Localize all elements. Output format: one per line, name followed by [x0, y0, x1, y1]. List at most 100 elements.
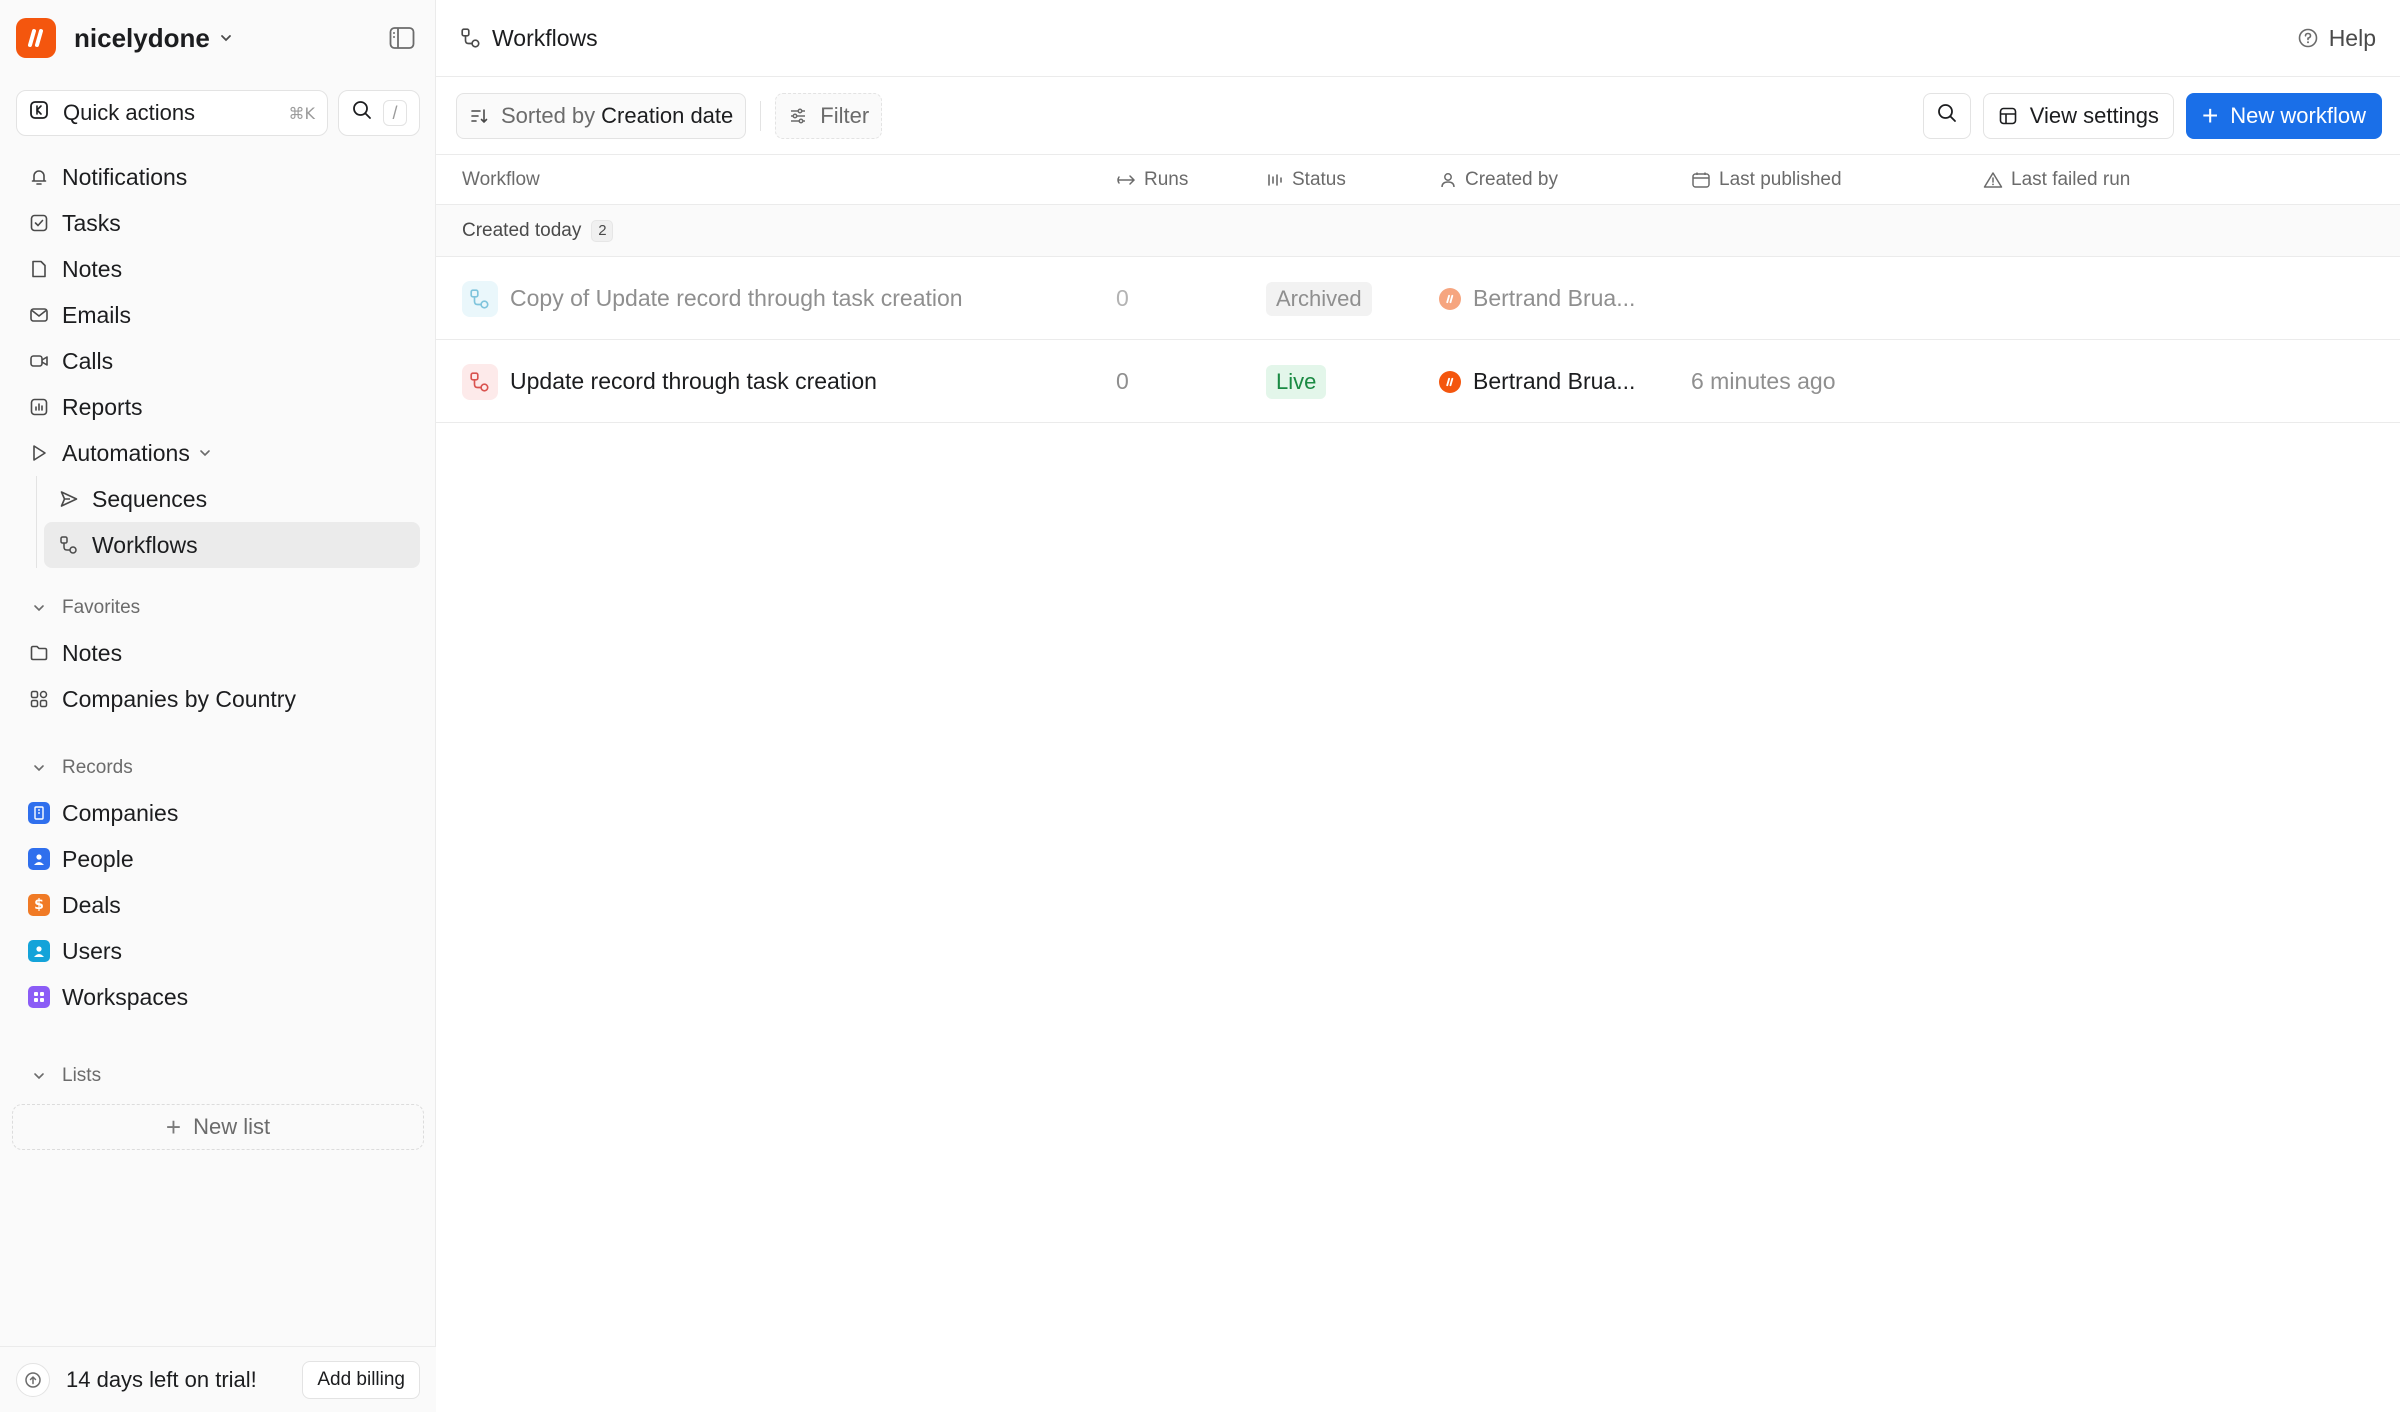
companies-icon	[28, 802, 50, 824]
column-runs[interactable]: Runs	[1116, 155, 1188, 205]
table-icon	[1998, 106, 2018, 126]
help-button[interactable]: Help	[2297, 25, 2376, 52]
status-cell: Live	[1266, 340, 1327, 423]
lists-section: Lists	[16, 1054, 420, 1098]
table-header: Workflow Runs Status Created by Last pub…	[436, 155, 2400, 205]
filter-button[interactable]: Filter	[775, 92, 883, 139]
warning-icon	[1983, 171, 2003, 189]
workflow-icon	[58, 534, 80, 556]
workflow-icon	[462, 363, 498, 400]
lists-header[interactable]: Lists	[16, 1054, 420, 1098]
dollar-icon: $	[28, 894, 50, 916]
last-published-cell: 6 minutes ago	[1691, 368, 1836, 394]
add-billing-button[interactable]: Add billing	[302, 1360, 420, 1399]
table-row[interactable]: Copy of Update record through task creat…	[436, 257, 2400, 340]
search-icon	[1936, 102, 1958, 130]
bell-icon	[28, 166, 50, 188]
person-icon	[1439, 171, 1457, 189]
created-by-cell: Bertrand Brua...	[1439, 340, 1635, 423]
search-button[interactable]	[1922, 92, 1971, 139]
quick-actions-row: Quick actions ⌘K /	[16, 90, 420, 136]
avatar	[1439, 370, 1461, 393]
nav-item-notifications[interactable]: Notifications	[16, 154, 420, 200]
created-by-cell: Bertrand Brua...	[1439, 257, 1635, 340]
chevron-down-icon	[28, 601, 50, 615]
runs-cell: 0	[1116, 368, 1129, 394]
favorite-item-notes[interactable]: Notes	[16, 630, 420, 676]
workspace-grid-icon	[28, 986, 50, 1008]
workflow-name-cell[interactable]: Copy of Update record through task creat…	[462, 257, 963, 340]
group-created-today[interactable]: Created today 2	[436, 205, 2400, 257]
quick-search-button[interactable]: /	[338, 90, 420, 136]
sidebar: nicelydone Quick actions ⌘K / Notificati…	[0, 0, 436, 1412]
runs-cell: 0	[1116, 285, 1129, 311]
app: nicelydone Quick actions ⌘K / Notificati…	[0, 0, 2400, 1412]
quick-actions-button[interactable]: Quick actions ⌘K	[16, 90, 328, 136]
nav-item-notes[interactable]: Notes	[16, 246, 420, 292]
column-last-failed-run[interactable]: Last failed run	[1983, 155, 2130, 205]
status-badge: Live	[1266, 364, 1327, 399]
mail-icon	[28, 304, 50, 326]
video-icon	[28, 350, 50, 372]
play-icon	[28, 442, 50, 464]
favorite-item-companies-by-country[interactable]: Companies by Country	[16, 676, 420, 722]
favorites-section: Favorites Notes Companies by Country	[16, 586, 420, 722]
column-created-by[interactable]: Created by	[1439, 155, 1558, 205]
sidebar-toggle-icon[interactable]	[384, 20, 420, 56]
calendar-icon	[1691, 171, 1711, 189]
nav-item-calls[interactable]: Calls	[16, 338, 420, 384]
command-icon	[29, 100, 49, 126]
nav-item-tasks[interactable]: Tasks	[16, 200, 420, 246]
workspace-logo[interactable]	[16, 18, 56, 58]
column-last-published[interactable]: Last published	[1691, 155, 1842, 205]
workflow-icon	[460, 27, 482, 49]
records-header[interactable]: Records	[16, 746, 420, 790]
runs-icon	[1116, 172, 1136, 188]
new-workflow-button[interactable]: + New workflow	[2185, 92, 2382, 139]
record-item-companies[interactable]: Companies	[16, 790, 420, 836]
send-icon	[58, 488, 80, 510]
table-row[interactable]: Update record through task creation 0 Li…	[436, 340, 2400, 423]
nav-item-automations[interactable]: Automations	[16, 430, 420, 476]
nav-item-sequences[interactable]: Sequences	[44, 476, 420, 522]
new-list-button[interactable]: + New list	[12, 1104, 424, 1150]
automations-subnav: Sequences Workflows	[16, 476, 420, 568]
record-item-deals[interactable]: $ Deals	[16, 882, 420, 928]
chevron-down-icon	[28, 1069, 50, 1083]
favorites-header[interactable]: Favorites	[16, 586, 420, 630]
nav-item-reports[interactable]: Reports	[16, 384, 420, 430]
person-icon	[28, 848, 50, 870]
nav-item-emails[interactable]: Emails	[16, 292, 420, 338]
nav-item-workflows[interactable]: Workflows	[44, 522, 420, 568]
group-count-badge: 2	[591, 219, 614, 242]
record-item-users[interactable]: Users	[16, 928, 420, 974]
quick-actions-shortcut: ⌘K	[288, 103, 316, 123]
folder-icon	[28, 642, 50, 664]
trial-banner: 14 days left on trial! Add billing	[0, 1346, 436, 1412]
column-status[interactable]: Status	[1266, 155, 1346, 205]
search-shortcut: /	[383, 100, 407, 126]
workflow-name-cell[interactable]: Update record through task creation	[462, 340, 877, 423]
record-item-people[interactable]: People	[16, 836, 420, 882]
user-icon	[28, 940, 50, 962]
column-workflow[interactable]: Workflow	[462, 155, 540, 205]
toolbar: Sorted by Creation date Filter View sett…	[436, 77, 2400, 155]
view-settings-button[interactable]: View settings	[1982, 92, 2174, 139]
trial-text: 14 days left on trial!	[66, 1366, 257, 1392]
main-nav: Notifications Tasks Notes Emails Calls R…	[16, 154, 420, 568]
record-item-workspaces[interactable]: Workspaces	[16, 974, 420, 1020]
records-section: Records Companies People $ Deals Users W…	[16, 746, 420, 1020]
note-icon	[28, 258, 50, 280]
chevron-down-icon	[198, 446, 212, 460]
plus-icon: +	[165, 1111, 182, 1142]
help-icon	[2297, 27, 2319, 49]
workspace-name[interactable]: nicelydone	[74, 23, 210, 54]
status-icon	[1266, 171, 1284, 189]
status-badge: Archived	[1266, 281, 1372, 316]
page-title: Workflows	[492, 24, 598, 51]
sort-icon	[469, 106, 489, 126]
chevron-down-icon[interactable]	[218, 30, 234, 46]
top-bar: Workflows Help	[436, 0, 2400, 77]
sort-button[interactable]: Sorted by Creation date	[456, 92, 747, 139]
filter-icon	[788, 106, 808, 126]
